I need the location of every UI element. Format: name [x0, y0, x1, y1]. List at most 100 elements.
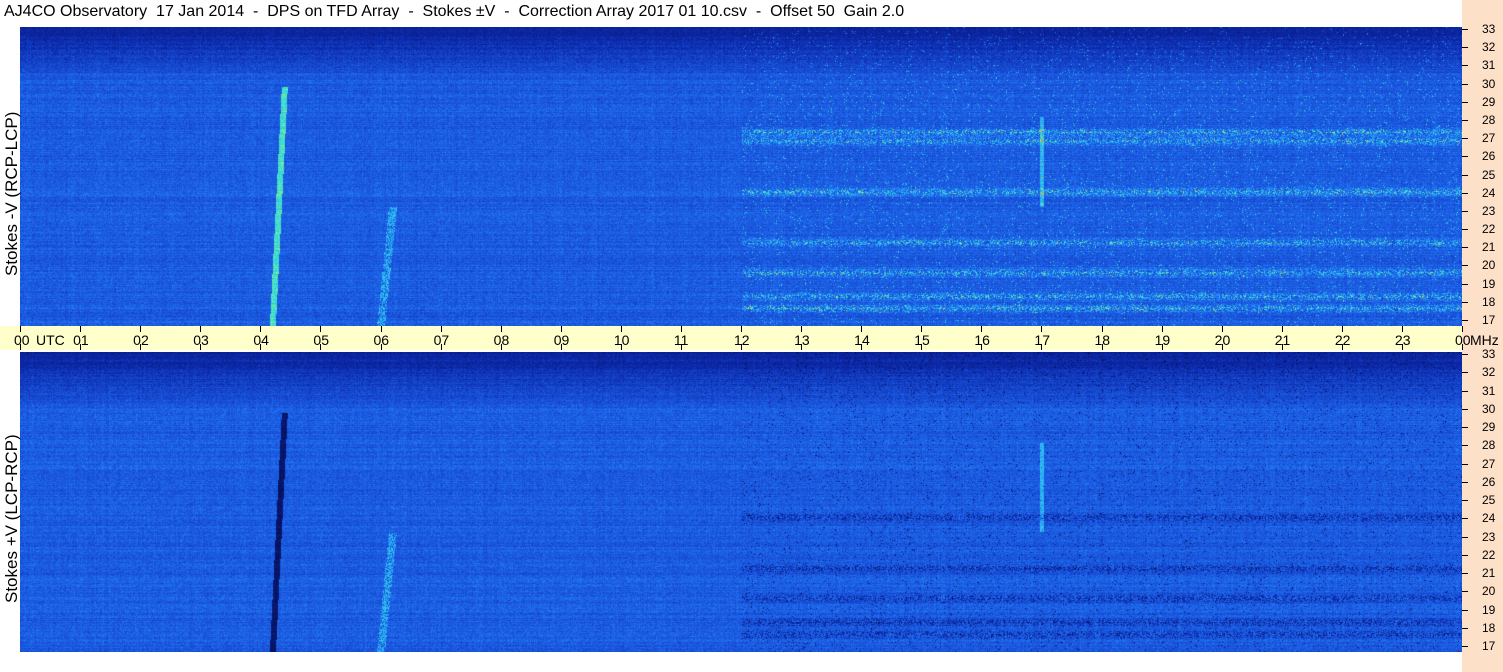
frequency-tick — [1462, 409, 1468, 410]
frequency-tick — [1462, 354, 1468, 355]
frequency-tick — [1462, 265, 1468, 266]
frequency-tick — [1462, 120, 1468, 121]
frequency-tick — [1462, 518, 1468, 519]
frequency-tick-label: 26 — [1482, 474, 1496, 489]
spectrogram-top — [20, 27, 1462, 326]
frequency-tick-label: 33 — [1482, 22, 1496, 36]
frequency-tick-label: 21 — [1482, 240, 1496, 255]
frequency-tick — [1462, 47, 1468, 48]
frequency-tick-label: 23 — [1482, 203, 1496, 218]
time-tick — [320, 344, 321, 350]
time-tick — [1162, 326, 1163, 332]
frequency-tick-label: 27 — [1482, 456, 1496, 471]
frequency-tick — [1462, 427, 1468, 428]
frequency-tick-label: 29 — [1482, 94, 1496, 109]
frequency-tick-label: 24 — [1482, 511, 1496, 526]
frequency-tick — [1462, 247, 1468, 248]
frequency-tick-label: 18 — [1482, 294, 1496, 309]
time-tick — [20, 344, 21, 350]
time-tick — [981, 344, 982, 350]
frequency-tick-label: 19 — [1482, 602, 1496, 617]
time-tick — [1102, 326, 1103, 332]
time-tick — [1162, 344, 1163, 350]
frequency-tick-label: 29 — [1482, 420, 1496, 434]
frequency-tick — [1462, 229, 1468, 230]
frequency-tick — [1462, 445, 1468, 446]
frequency-tick — [1462, 29, 1468, 30]
frequency-tick — [1462, 156, 1468, 157]
time-tick — [1282, 344, 1283, 350]
frequency-tick-label: 28 — [1482, 438, 1496, 453]
frequency-tick — [1462, 591, 1468, 592]
time-tick — [80, 326, 81, 332]
frequency-tick-label: 17 — [1482, 639, 1496, 653]
time-tick — [140, 326, 141, 332]
time-axis-bar — [0, 326, 1462, 350]
time-tick — [1342, 344, 1343, 350]
frequency-tick — [1462, 537, 1468, 538]
time-tick — [260, 326, 261, 332]
time-tick — [200, 326, 201, 332]
time-tick — [1402, 326, 1403, 332]
frequency-tick — [1462, 610, 1468, 611]
frequency-tick-label: 21 — [1482, 566, 1496, 580]
frequency-tick-label: 22 — [1482, 547, 1496, 562]
y-axis-label-bottom: Stokes +V (LCP-RCP) — [2, 434, 21, 603]
time-tick-label: 15 — [914, 332, 930, 348]
time-tick-label: 16 — [974, 332, 990, 348]
time-tick — [561, 326, 562, 332]
frequency-tick — [1462, 102, 1468, 103]
frequency-tick-label: 25 — [1482, 493, 1496, 507]
frequency-tick-label: 28 — [1482, 112, 1496, 127]
time-tick — [1041, 326, 1042, 332]
time-tick — [1402, 344, 1403, 350]
frequency-tick — [1462, 391, 1468, 392]
frequency-tick-label: 17 — [1482, 313, 1496, 327]
time-tick — [681, 326, 682, 332]
frequency-tick-label: 20 — [1482, 258, 1496, 273]
frequency-tick — [1462, 482, 1468, 483]
frequency-tick — [1462, 573, 1468, 574]
frequency-tick — [1462, 284, 1468, 285]
time-tick-label: 05 — [313, 332, 329, 348]
frequency-tick-label: 24 — [1482, 185, 1496, 200]
time-tick — [501, 344, 502, 350]
time-tick — [1342, 326, 1343, 332]
frequency-tick-label: 33 — [1482, 347, 1496, 361]
time-tick — [861, 344, 862, 350]
time-tick — [1282, 326, 1283, 332]
frequency-tick-label: 30 — [1482, 76, 1496, 91]
time-tick — [621, 344, 622, 350]
frequency-tick — [1462, 65, 1468, 66]
time-tick — [1041, 344, 1042, 350]
time-tick — [381, 344, 382, 350]
time-tick-label: 17 — [1034, 332, 1050, 348]
time-tick — [441, 326, 442, 332]
frequency-tick — [1462, 138, 1468, 139]
frequency-tick-label: 26 — [1482, 149, 1496, 164]
spectrogram-bottom — [20, 352, 1462, 652]
time-tick — [140, 344, 141, 350]
frequency-tick — [1462, 464, 1468, 465]
mhz-unit-label: MHz — [1470, 332, 1499, 348]
frequency-tick-label: 31 — [1482, 383, 1496, 398]
time-tick — [621, 326, 622, 332]
time-tick — [20, 326, 21, 332]
time-tick — [921, 326, 922, 332]
frequency-tick — [1462, 211, 1468, 212]
frequency-tick — [1462, 500, 1468, 501]
frequency-tick — [1462, 372, 1468, 373]
frequency-tick — [1462, 320, 1468, 321]
time-tick — [921, 344, 922, 350]
time-tick — [260, 344, 261, 350]
frequency-tick — [1462, 302, 1468, 303]
frequency-tick — [1462, 646, 1468, 647]
frequency-tick-label: 32 — [1482, 40, 1496, 55]
y-axis-label-top: Stokes -V (RCP-LCP) — [2, 111, 21, 276]
frequency-tick-label: 20 — [1482, 584, 1496, 599]
frequency-tick-label: 22 — [1482, 222, 1496, 237]
frequency-tick-label: 27 — [1482, 131, 1496, 146]
frequency-tick — [1462, 555, 1468, 556]
time-tick-label: 04 — [253, 332, 269, 348]
time-tick — [561, 344, 562, 350]
